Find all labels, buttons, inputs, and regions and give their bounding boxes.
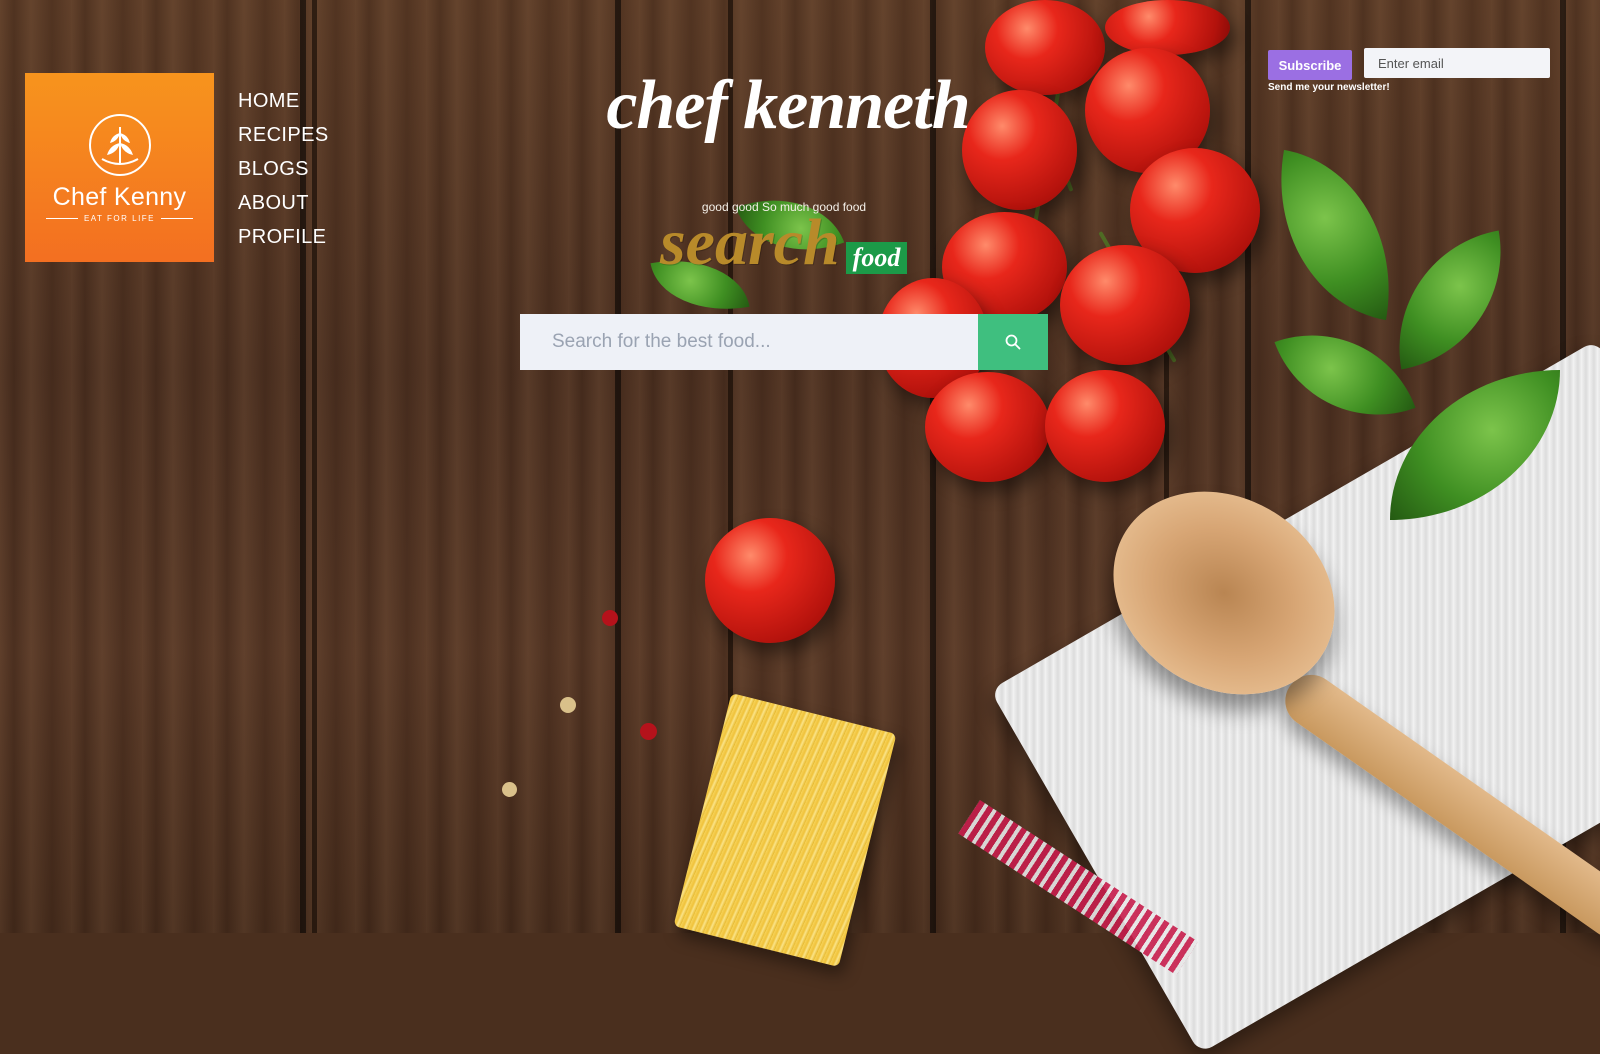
logo-tagline-row: EAT FOR LIFE xyxy=(45,214,194,223)
divider xyxy=(45,217,78,220)
search-button[interactable] xyxy=(978,314,1048,370)
peppercorn-image xyxy=(640,723,657,740)
tomato-image xyxy=(925,372,1050,482)
search-icon xyxy=(1005,334,1021,350)
divider xyxy=(161,217,194,220)
search-bar xyxy=(520,314,1048,370)
tomato-image xyxy=(1045,370,1165,482)
tomato-image xyxy=(1105,0,1230,55)
email-field[interactable] xyxy=(1364,48,1550,78)
logo-tagline: EAT FOR LIFE xyxy=(83,214,156,223)
peppercorn-image xyxy=(602,610,618,626)
newsletter-form: Subscribe Send me your newsletter! xyxy=(1268,48,1550,93)
peppercorn-image xyxy=(502,782,517,797)
subscribe-button[interactable]: Subscribe xyxy=(1268,50,1352,80)
food-badge: food xyxy=(845,242,908,274)
search-input[interactable] xyxy=(520,314,978,370)
search-heading-word: search xyxy=(660,206,840,279)
newsletter-row: Subscribe xyxy=(1268,48,1550,80)
tomato-image xyxy=(705,518,835,643)
newsletter-note: Send me your newsletter! xyxy=(1268,82,1390,93)
peppercorn-image xyxy=(560,697,576,713)
site-title-text: chef kenneth xyxy=(606,67,970,144)
nav-profile[interactable]: PROFILE xyxy=(238,220,329,254)
nav-blogs[interactable]: BLOGS xyxy=(238,152,329,186)
tomato-image xyxy=(1060,245,1190,365)
search-heading: search food xyxy=(660,206,908,279)
